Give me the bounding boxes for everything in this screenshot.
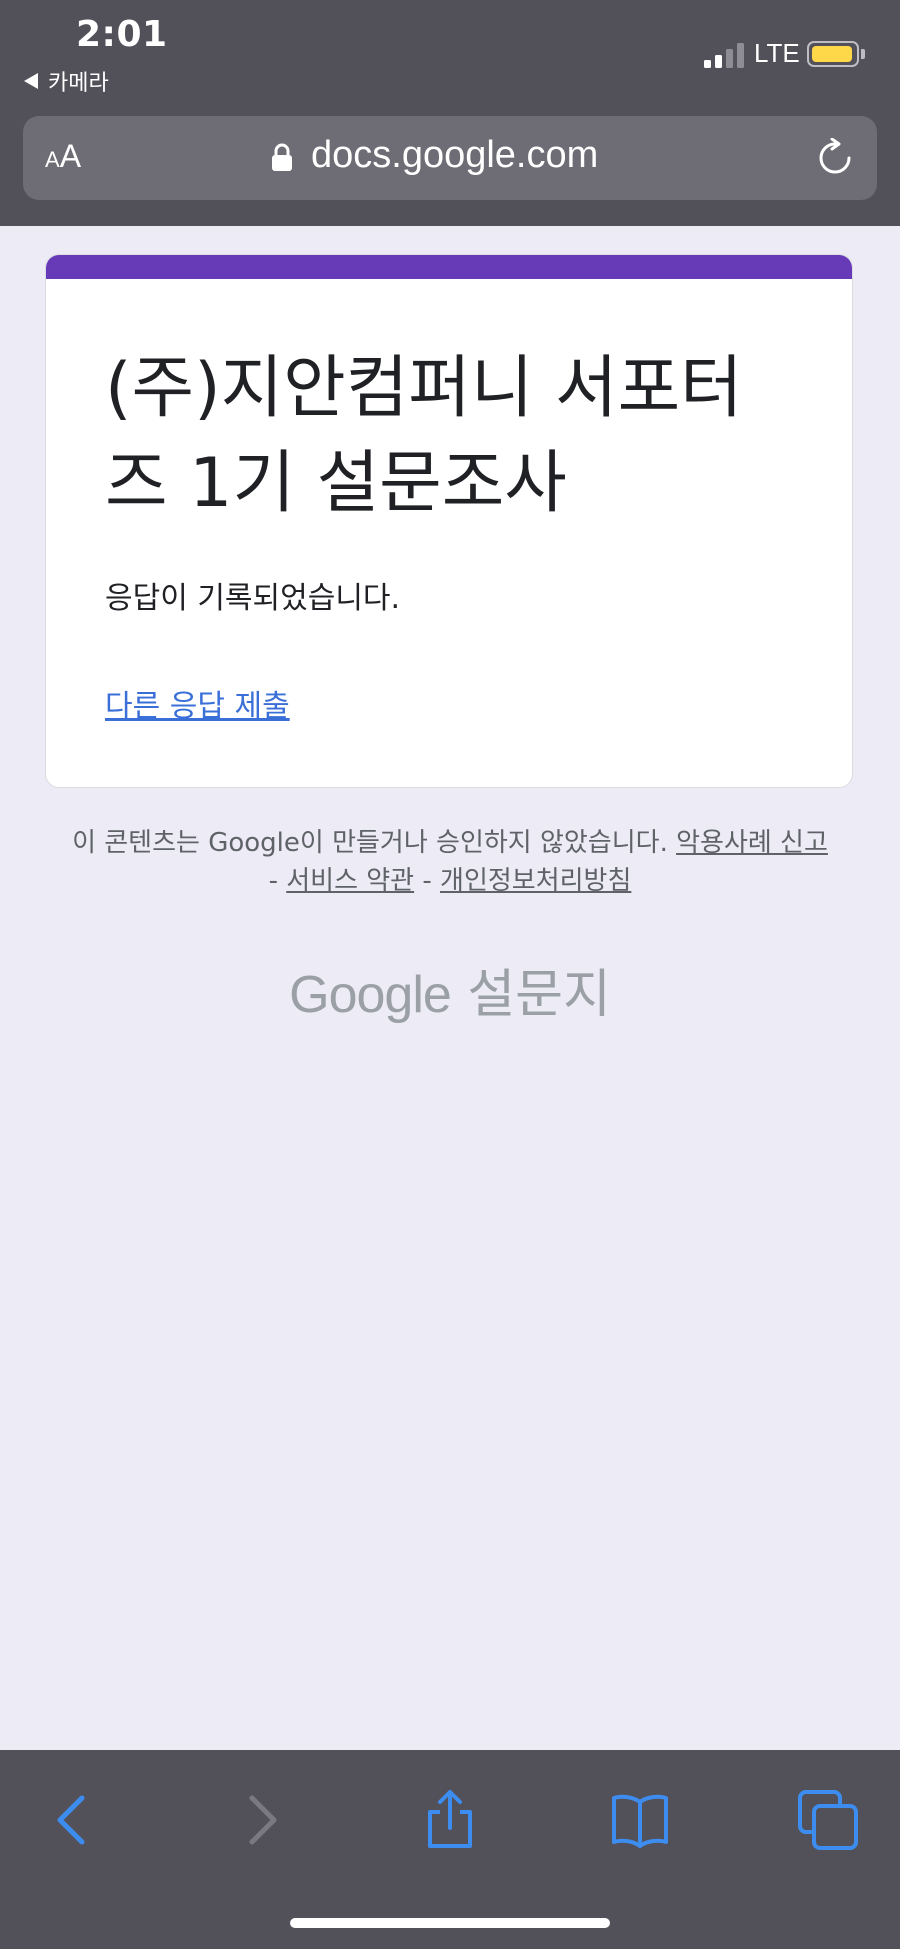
status-time: 2:01	[76, 14, 168, 55]
forward-icon[interactable]	[228, 1788, 292, 1852]
terms-link[interactable]: 서비스 약관	[286, 866, 414, 896]
share-icon[interactable]	[418, 1788, 482, 1852]
google-forms-logo: Google 설문지	[0, 952, 900, 1027]
address-bar[interactable]: AA docs.google.com	[23, 116, 877, 200]
tabs-icon[interactable]	[796, 1788, 860, 1852]
brand-google: Google	[289, 966, 452, 1024]
back-icon[interactable]	[42, 1788, 106, 1852]
form-title: (주)지안컴퍼니 서포터즈 1기 설문조사	[105, 349, 743, 523]
text-size-button[interactable]: AA	[45, 138, 81, 175]
battery-tip	[861, 49, 865, 59]
form-confirmation-card: (주)지안컴퍼니 서포터즈 1기 설문조사 응답이 기록되었습니다. 다른 응답…	[45, 254, 853, 788]
confirmation-message: 응답이 기록되었습니다.	[105, 581, 401, 616]
brand-forms: 설문지	[467, 965, 611, 1025]
report-abuse-link[interactable]: 악용사례 신고	[676, 828, 828, 858]
text-size-large-label: A	[59, 138, 82, 174]
back-triangle-icon	[24, 73, 38, 89]
submit-another-response-link[interactable]: 다른 응답 제출	[105, 681, 290, 725]
back-to-app-button[interactable]: 카메라	[24, 66, 109, 96]
cellular-signal-icon	[704, 42, 748, 68]
privacy-link[interactable]: 개인정보처리방침	[440, 866, 631, 896]
card-accent-bar	[46, 255, 852, 279]
network-type: LTE	[754, 38, 800, 68]
bookmarks-icon[interactable]	[608, 1788, 672, 1852]
disclaimer: 이 콘텐츠는 Google이 만들거나 승인하지 않았습니다. 악용사례 신고 …	[70, 824, 830, 900]
top-chrome: 2:01 카메라 LTE AA docs.google.com	[0, 0, 900, 226]
browser-toolbar	[0, 1750, 900, 1949]
lock-icon	[272, 143, 292, 171]
disclaimer-text: 이 콘텐츠는 Google이 만들거나 승인하지 않았습니다.	[72, 828, 668, 858]
separator: -	[422, 866, 432, 896]
battery-icon	[807, 41, 859, 67]
reload-icon[interactable]	[815, 138, 855, 178]
text-size-small-label: A	[45, 147, 60, 172]
url-domain[interactable]: docs.google.com	[311, 134, 598, 177]
battery-level	[812, 46, 852, 62]
back-app-label: 카메라	[48, 71, 109, 96]
home-indicator	[290, 1918, 610, 1928]
separator: -	[268, 866, 278, 896]
